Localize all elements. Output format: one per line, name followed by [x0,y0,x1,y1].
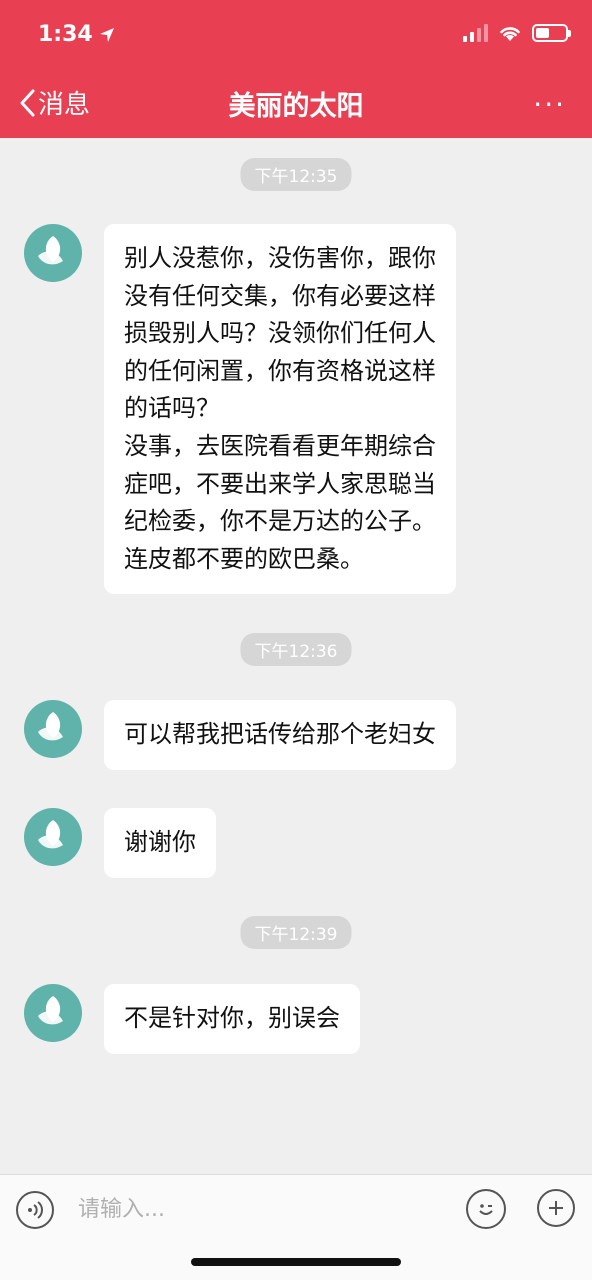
message-line: 症吧，不要出来学人家思聪当 [124,469,436,498]
timestamp-divider: 下午12:35 [240,158,352,191]
status-indicators [463,24,571,42]
timestamp-divider: 下午12:36 [240,633,352,666]
message-line: 谢谢你 [124,828,196,856]
message-line: 没有任何交集，你有必要这样 [124,281,436,310]
plus-icon [549,1201,563,1215]
message-item: 可以帮我把话传给那个老妇女 [24,700,456,770]
message-line: 可以帮我把话传给那个老妇女 [124,720,436,748]
page-title: 美丽的太阳 [228,91,364,122]
more-options-button[interactable]: ··· [533,88,566,121]
message-item: 不是针对你，别误会 [24,984,360,1054]
header: 1:34 消息 美丽的太阳 ··· [0,0,592,138]
message-line: 没事，去医院看看更年期综合 [124,431,436,460]
message-line: 不是针对你，别误会 [124,1004,340,1032]
voice-button[interactable] [16,1191,54,1229]
chat-area: 下午12:35 别人没惹你，没伤害你，跟你 没有任何交集，你有必要这样 损毁别人… [0,138,592,1174]
wifi-icon [500,27,520,41]
timestamp-divider: 下午12:39 [240,916,352,949]
battery-level [536,28,549,38]
message-item: 别人没惹你，没伤害你，跟你 没有任何交集，你有必要这样 损毁别人吗？没领你们任何… [24,224,456,595]
message-bubble[interactable]: 别人没惹你，没伤害你，跟你 没有任何交集，你有必要这样 损毁别人吗？没领你们任何… [104,224,456,595]
message-bubble[interactable]: 可以帮我把话传给那个老妇女 [104,700,456,770]
avatar[interactable] [24,808,82,866]
message-line: 纪检委，你不是万达的公子。 [124,507,436,536]
message-line: 损毁别人吗？没领你们任何人 [124,319,436,348]
add-button[interactable] [537,1189,575,1227]
message-item: 谢谢你 [24,808,216,878]
message-line: 别人没惹你，没伤害你，跟你 [124,244,436,272]
avatar[interactable] [24,700,82,758]
emoji-icon [479,1204,493,1215]
home-indicator[interactable] [191,1258,401,1266]
voice-icon [28,1201,43,1219]
leaf-avatar-icon [38,236,63,265]
leaf-avatar-icon [38,820,63,849]
cellular-signal-icon [463,24,488,42]
location-arrow-icon [99,27,114,42]
leaf-avatar-icon [38,996,63,1025]
message-bubble[interactable]: 谢谢你 [104,808,216,878]
leaf-avatar-icon [38,712,63,741]
message-line: 连皮都不要的欧巴桑。 [124,544,364,573]
status-time-text: 1:34 [38,22,93,47]
emoji-button[interactable] [466,1189,506,1229]
message-input[interactable]: 请输入... [78,1191,165,1223]
avatar[interactable] [24,984,82,1042]
message-bubble[interactable]: 不是针对你，别误会 [104,984,360,1054]
status-time: 1:34 [38,22,115,47]
avatar[interactable] [24,224,82,282]
battery-icon [532,24,571,42]
message-line: 的任何闲置，你有资格说这样 [124,356,436,385]
message-line: 的话吗？ [124,394,220,423]
